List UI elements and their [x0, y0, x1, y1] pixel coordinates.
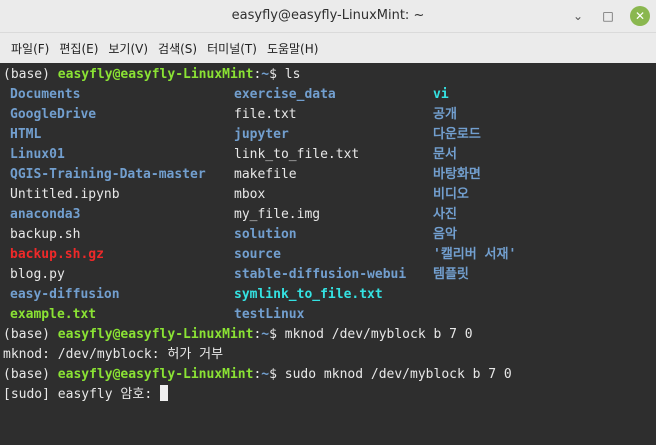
menu-terminal[interactable]: 터미널(T): [202, 40, 262, 57]
ls-row: HTML jupyter 다운로드: [3, 125, 653, 145]
ls-entry: backup.sh.gz: [10, 247, 104, 262]
prompt-dollar: $: [269, 67, 285, 82]
ls-entry: testLinux: [234, 307, 305, 322]
ls-entry: jupyter: [234, 127, 289, 142]
ls-row: Untitled.ipynb mbox 비디오: [3, 185, 653, 205]
ls-row: Linux01 link_to_file.txt 문서: [3, 145, 653, 165]
ls-entry: file.txt: [234, 107, 297, 122]
ls-entry: link_to_file.txt: [234, 147, 360, 162]
prompt-line-ls: (base) easyfly@easyfly-LinuxMint:~$ ls: [3, 65, 653, 85]
ls-entry: HTML: [10, 127, 42, 142]
ls-entry: GoogleDrive: [10, 107, 97, 122]
ls-row: backup.sh.gz source '캘리버 서재': [3, 245, 653, 265]
ls-entry: 공개: [433, 107, 457, 122]
ls-entry: mbox: [234, 187, 266, 202]
ls-entry: stable-diffusion-webui: [234, 267, 407, 282]
command-text: sudo mknod /dev/myblock b 7 0: [284, 367, 512, 382]
command-text: ls: [284, 67, 301, 82]
ls-entry: backup.sh: [10, 227, 81, 242]
ls-row: example.txt testLinux: [3, 305, 653, 325]
ls-entry: Documents: [10, 87, 81, 102]
prompt-user: easyfly@easyfly-LinuxMint: [57, 327, 254, 342]
ls-entry: exercise_data: [234, 87, 336, 102]
ls-entry: 비디오: [433, 187, 469, 202]
ls-row: blog.py stable-diffusion-webui 템플릿: [3, 265, 653, 285]
prompt-line-sudo: (base) easyfly@easyfly-LinuxMint:~$ sudo…: [3, 365, 653, 385]
ls-entry: '캘리버 서재': [433, 247, 517, 262]
ls-entry: vi: [433, 87, 449, 102]
ls-entry: source: [234, 247, 281, 262]
menu-search[interactable]: 검색(S): [153, 40, 202, 57]
minimize-icon[interactable]: ⌄: [568, 6, 588, 26]
prompt-path: ~: [261, 327, 270, 342]
ls-entry: blog.py: [10, 267, 65, 282]
ls-row: GoogleDrive file.txt 공개: [3, 105, 653, 125]
prompt-path: ~: [261, 367, 270, 382]
ls-entry: 문서: [433, 147, 457, 162]
window-title: easyfly@easyfly-LinuxMint: ~: [231, 8, 425, 23]
ls-entry: symlink_to_file.txt: [234, 287, 383, 302]
ls-row: easy-diffusion symlink_to_file.txt: [3, 285, 653, 305]
sudo-prompt: [sudo] easyfly 암호:: [3, 387, 160, 402]
prompt-env: (base): [3, 67, 58, 82]
ls-entry: anaconda3: [10, 207, 81, 222]
text-cursor: [159, 385, 168, 401]
ls-entry: easy-diffusion: [10, 287, 120, 302]
ls-entry: QGIS-Training-Data-master: [10, 167, 206, 182]
ls-entry: Linux01: [10, 147, 65, 162]
menu-edit[interactable]: 편집(E): [54, 40, 103, 57]
ls-entry: solution: [234, 227, 297, 242]
prompt-dollar: $: [269, 367, 285, 382]
ls-row: Documents exercise_data vi: [3, 85, 653, 105]
ls-entry: Untitled.ipynb: [10, 187, 120, 202]
ls-entry: example.txt: [10, 307, 97, 322]
close-icon[interactable]: ✕: [630, 6, 650, 26]
ls-entry: 다운로드: [433, 127, 481, 142]
ls-entry: 음악: [433, 227, 457, 242]
ls-entry: 사진: [433, 207, 457, 222]
menu-bar: 파일(F) 편집(E) 보기(V) 검색(S) 터미널(T) 도움말(H): [0, 33, 656, 64]
ls-entry: makefile: [234, 167, 297, 182]
ls-row: anaconda3 my_file.img 사진: [3, 205, 653, 225]
prompt-user: easyfly@easyfly-LinuxMint: [57, 367, 254, 382]
menu-help[interactable]: 도움말(H): [262, 40, 324, 57]
terminal-window: easyfly@easyfly-LinuxMint: ~ ⌄ □ ✕ 파일(F)…: [0, 0, 656, 445]
prompt-user: easyfly@easyfly-LinuxMint: [57, 67, 254, 82]
ls-row: QGIS-Training-Data-master makefile 바탕화면: [3, 165, 653, 185]
menu-view[interactable]: 보기(V): [103, 40, 153, 57]
sudo-password-line[interactable]: [sudo] easyfly 암호:: [3, 385, 653, 405]
ls-row: backup.sh solution 음악: [3, 225, 653, 245]
prompt-line-mknod: (base) easyfly@easyfly-LinuxMint:~$ mkno…: [3, 325, 653, 345]
menu-file[interactable]: 파일(F): [6, 40, 54, 57]
ls-entry: my_file.img: [234, 207, 321, 222]
prompt-env: (base): [3, 367, 58, 382]
terminal-output[interactable]: (base) easyfly@easyfly-LinuxMint:~$ ls D…: [0, 63, 656, 445]
ls-entry: 템플릿: [433, 267, 469, 282]
ls-entry: 바탕화면: [433, 167, 481, 182]
title-bar[interactable]: easyfly@easyfly-LinuxMint: ~ ⌄ □ ✕: [0, 0, 656, 33]
command-text: mknod /dev/myblock b 7 0: [284, 327, 473, 342]
prompt-dollar: $: [269, 327, 285, 342]
error-line: mknod: /dev/myblock: 허가 거부: [3, 347, 224, 362]
prompt-env: (base): [3, 327, 58, 342]
ls-output: Documents exercise_data vi GoogleDrive file.…: [3, 85, 653, 325]
prompt-path: ~: [261, 67, 270, 82]
maximize-icon[interactable]: □: [598, 6, 618, 26]
